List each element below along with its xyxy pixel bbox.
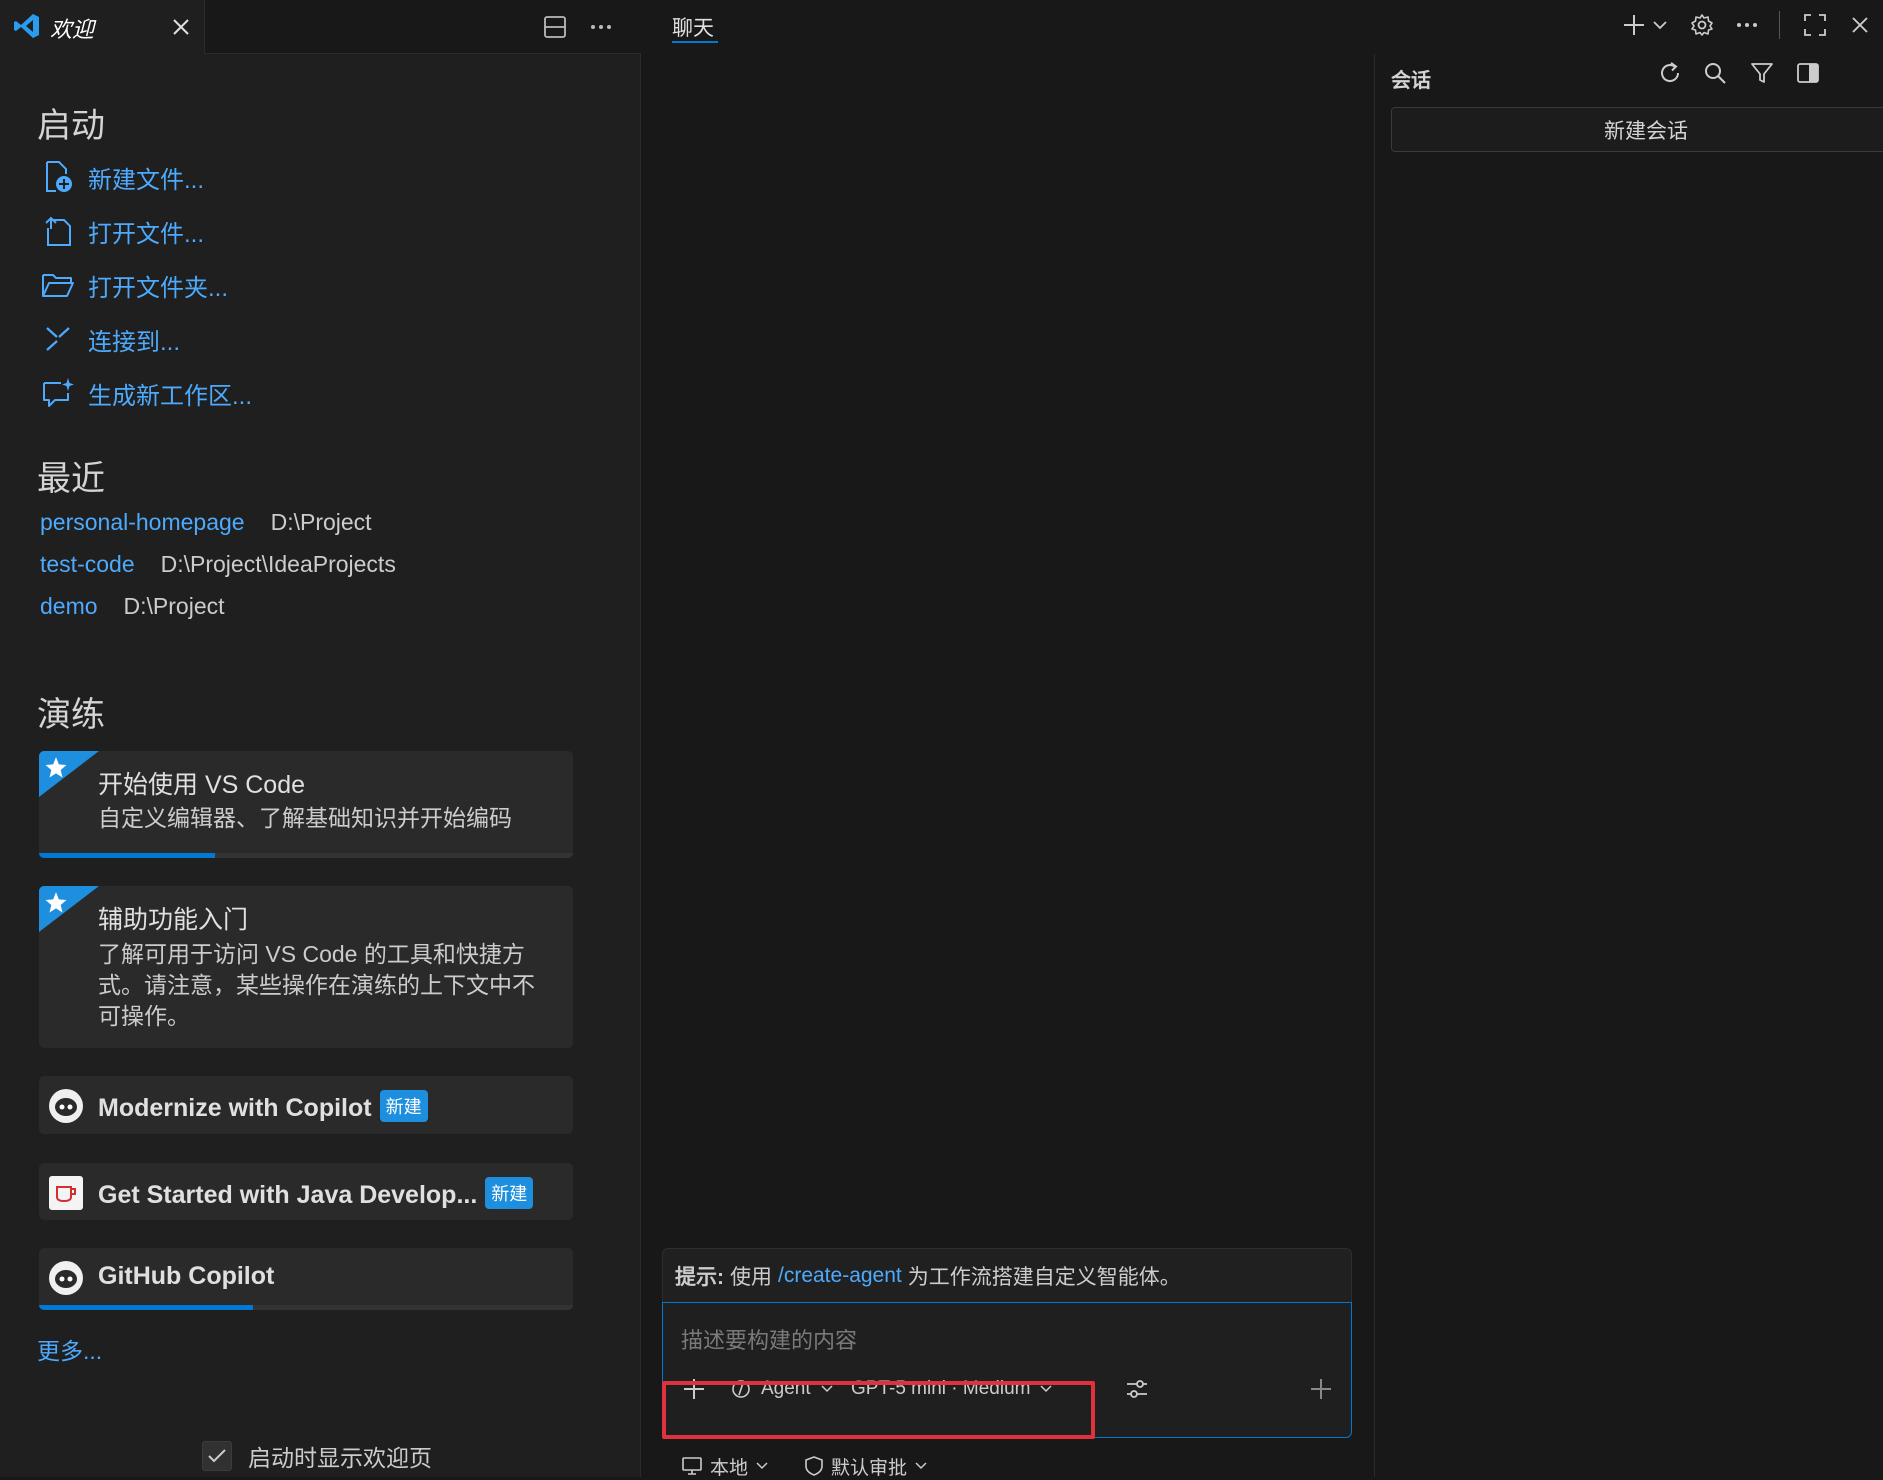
- tip-prefix: 提示:: [675, 1266, 724, 1289]
- new-file-link[interactable]: 新建文件...: [40, 157, 204, 197]
- split-editor-icon[interactable]: [540, 12, 570, 42]
- location-picker[interactable]: 本地: [682, 1453, 768, 1479]
- card-description: 自定义编辑器、了解基础知识并开始编码: [98, 805, 512, 831]
- walkthrough-card-github-copilot[interactable]: GitHub Copilot: [39, 1248, 573, 1310]
- toolbar-divider: [1779, 11, 1780, 39]
- more-walkthroughs-link[interactable]: 更多...: [37, 1332, 102, 1366]
- walkthrough-card-modernize[interactable]: Modernize with Copilot 新建: [39, 1076, 573, 1134]
- monitor-icon: [682, 1457, 702, 1475]
- approval-picker[interactable]: 默认审批: [805, 1453, 927, 1479]
- chevron-down-icon: [915, 1462, 927, 1470]
- start-heading: 启动: [37, 107, 105, 145]
- send-add-icon[interactable]: [1306, 1374, 1336, 1404]
- sessions-panel: 会话 新建会话: [1374, 54, 1883, 1477]
- new-file-icon: [40, 159, 76, 195]
- vscode-logo-icon: [12, 11, 42, 41]
- search-icon[interactable]: [1700, 58, 1730, 88]
- walkthrough-card-java[interactable]: Get Started with Java Develop... 新建: [39, 1163, 573, 1220]
- tools-config-icon[interactable]: [1122, 1374, 1152, 1404]
- tip-bar: 提示: 使用 /create-agent 为工作流搭建自定义智能体。: [662, 1248, 1352, 1303]
- walkthrough-card-vscode[interactable]: 开始使用 VS Code 自定义编辑器、了解基础知识并开始编码: [39, 751, 573, 858]
- chevron-down-icon[interactable]: [1649, 12, 1671, 38]
- folder-icon: [40, 267, 76, 303]
- new-session-button[interactable]: 新建会话: [1391, 107, 1883, 152]
- filter-icon[interactable]: [1747, 58, 1777, 88]
- chevron-down-icon: [756, 1462, 768, 1470]
- close-panel-icon[interactable]: [1845, 10, 1875, 40]
- walkthrough-card-accessibility[interactable]: 辅助功能入门 了解可用于访问 VS Code 的工具和快捷方式。请注意，某些操作…: [39, 886, 573, 1048]
- editor-tab-bar: 欢迎: [0, 0, 641, 54]
- star-icon: [43, 755, 69, 781]
- sessions-title: 会话: [1391, 70, 1431, 92]
- show-on-startup-label: 启动时显示欢迎页: [248, 1445, 432, 1471]
- card-title: 开始使用 VS Code: [98, 771, 306, 799]
- tip-text: 为工作流搭建自定义智能体。: [907, 1266, 1181, 1289]
- highlight-box: [662, 1381, 1095, 1439]
- close-icon[interactable]: [166, 12, 196, 42]
- card-title: 辅助功能入门: [98, 906, 249, 934]
- star-icon: [43, 890, 69, 916]
- open-file-icon: [40, 213, 76, 249]
- gear-icon[interactable]: [1687, 10, 1717, 40]
- more-actions-icon[interactable]: [1732, 10, 1762, 40]
- card-description: 了解可用于访问 VS Code 的工具和快捷方式。请注意，某些操作在演练的上下文…: [98, 941, 535, 1029]
- recent-heading: 最近: [37, 460, 105, 498]
- tip-command-link[interactable]: /create-agent: [778, 1264, 902, 1288]
- refresh-icon[interactable]: [1655, 58, 1685, 88]
- remote-icon: [40, 321, 76, 357]
- generate-workspace-link[interactable]: 生成新工作区...: [40, 373, 252, 413]
- progress-bar: [39, 1305, 253, 1310]
- connect-to-link[interactable]: 连接到...: [40, 319, 180, 359]
- walkthroughs-heading: 演练: [37, 696, 105, 734]
- new-badge: 新建: [485, 1177, 534, 1209]
- card-title: Modernize with Copilot 新建: [98, 1090, 428, 1123]
- tab-title: 欢迎: [50, 17, 95, 42]
- tab-chat[interactable]: 聊天: [672, 12, 714, 42]
- new-chat-icon[interactable]: [1619, 10, 1649, 40]
- open-file-link[interactable]: 打开文件...: [40, 211, 204, 251]
- copilot-icon: [49, 1089, 83, 1123]
- java-icon: [49, 1176, 83, 1210]
- card-title: GitHub Copilot: [98, 1262, 275, 1290]
- chat-sparkle-icon: [40, 375, 76, 411]
- shield-icon: [805, 1456, 823, 1476]
- new-badge: 新建: [379, 1090, 428, 1122]
- recent-item[interactable]: personal-homepage D:\Project: [40, 505, 372, 539]
- chat-panel: 聊天 会话 新建会话 提示: 使用 /create-agent 为工作流搭建自定…: [642, 0, 1883, 1479]
- progress-bar: [39, 853, 216, 858]
- open-folder-link[interactable]: 打开文件夹...: [40, 265, 228, 305]
- recent-item[interactable]: test-code D:\Project\IdeaProjects: [40, 547, 396, 581]
- tab-welcome[interactable]: 欢迎: [0, 0, 205, 54]
- chat-input-placeholder: 描述要构建的内容: [681, 1328, 858, 1353]
- active-tab-indicator: [672, 41, 718, 43]
- toggle-sidebar-icon[interactable]: [1793, 58, 1823, 88]
- welcome-editor: 欢迎 启动 新建文件... 打开文件... 打开文件夹... 连接到... 生成…: [0, 0, 641, 1477]
- more-actions-icon[interactable]: [586, 12, 616, 42]
- show-on-startup-option[interactable]: 启动时显示欢迎页: [202, 1439, 432, 1473]
- recent-item[interactable]: demo D:\Project: [40, 589, 225, 623]
- copilot-icon: [49, 1261, 83, 1295]
- card-title: Get Started with Java Develop... 新建: [98, 1177, 534, 1210]
- checkbox[interactable]: [202, 1441, 232, 1471]
- maximize-icon[interactable]: [1800, 10, 1830, 40]
- tip-text: 使用: [730, 1266, 772, 1289]
